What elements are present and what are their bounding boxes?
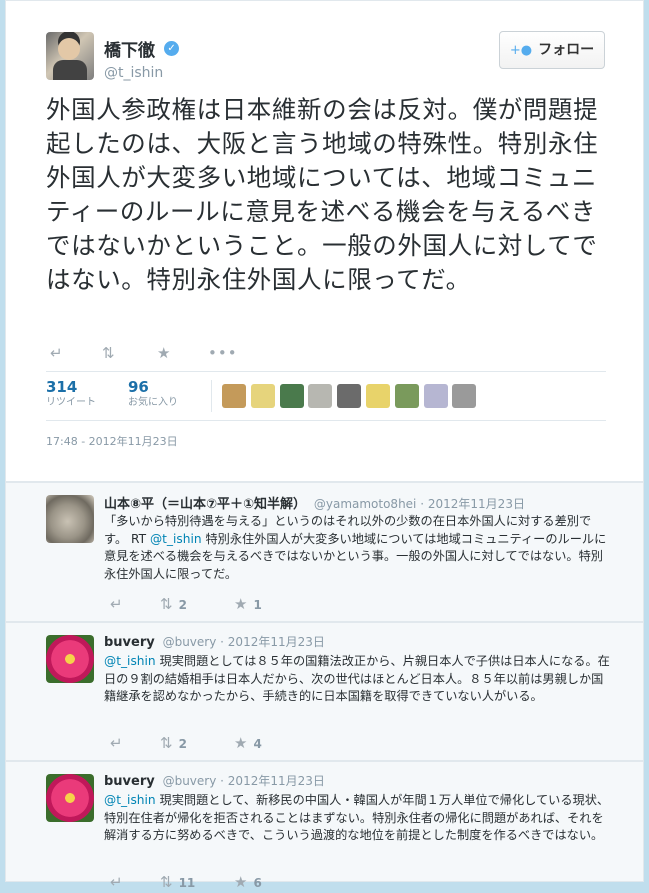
reply-header: buvery @buvery · 2012年11月23日 xyxy=(104,772,325,789)
tweet-page: 橋下徹 ✓ @t_ishin +● フォロー 外国人参政権は日本維新の会は反対。僕… xyxy=(0,0,649,891)
reply-mention-link[interactable]: @t_ishin xyxy=(150,532,202,546)
reply-separator: · xyxy=(220,774,228,788)
favorite-stat[interactable]: 96 お気に入り xyxy=(128,378,178,410)
author-name-block: 橋下徹 ✓ @t_ishin xyxy=(104,36,404,81)
star-icon[interactable]: ★ 1 xyxy=(234,594,262,615)
retweet-label: リツイート xyxy=(46,397,96,408)
reply-icon[interactable]: ↵ xyxy=(110,872,123,892)
favorite-count: 96 xyxy=(128,378,149,396)
reply-separator: · xyxy=(220,635,228,649)
reply-tweet[interactable]: 山本⑧平（＝山本⑦平＋①知半解） @yamamoto8hei · 2012年11… xyxy=(5,482,644,622)
reply-avatar[interactable] xyxy=(46,774,94,822)
star-icon[interactable]: ★ 6 xyxy=(234,872,262,893)
reply-mention-link[interactable]: @t_ishin xyxy=(104,793,156,807)
reply-display-name[interactable]: buvery xyxy=(104,774,155,789)
reply-avatar[interactable] xyxy=(46,495,94,543)
reply-icon[interactable]: ↵ xyxy=(110,733,123,753)
reply-screen-name[interactable]: @buvery xyxy=(163,774,217,788)
star-icon[interactable]: ★ 4 xyxy=(234,733,262,754)
retweet-icon[interactable]: ⇅ 2 xyxy=(160,733,187,754)
reply-header: 山本⑧平（＝山本⑦平＋①知半解） @yamamoto8hei · 2012年11… xyxy=(104,493,525,512)
reply-actions: ↵ ⇅ 2 ★ 1 xyxy=(104,594,404,614)
author-avatar[interactable] xyxy=(46,32,94,80)
reply-date[interactable]: 2012年11月23日 xyxy=(228,774,325,788)
reply-date[interactable]: 2012年11月23日 xyxy=(228,635,325,649)
reply-actions: ↵ ⇅ 11 ★ 6 xyxy=(104,872,404,892)
reply-screen-name[interactable]: @buvery xyxy=(163,635,217,649)
reply-display-name[interactable]: buvery xyxy=(104,635,155,650)
follow-user-icon: +● xyxy=(509,43,533,58)
author-display-name[interactable]: 橋下徹 xyxy=(104,36,155,61)
reply-screen-name[interactable]: @yamamoto8hei xyxy=(314,497,417,511)
main-tweet-card: 橋下徹 ✓ @t_ishin +● フォロー 外国人参政権は日本維新の会は反対。僕… xyxy=(5,0,644,482)
favoriter-avatar[interactable] xyxy=(452,384,477,408)
reply-icon[interactable]: ↵ xyxy=(50,343,63,363)
follow-button-label: フォロー xyxy=(538,42,595,58)
tweet-text: 外国人参政権は日本維新の会は反対。僕が問題提起したのは、大阪と言う地域の特殊性。… xyxy=(46,95,599,294)
tweet-stats: 314 リツイート 96 お気に入り xyxy=(46,371,606,421)
reply-display-name[interactable]: 山本⑧平（＝山本⑦平＋①知半解） xyxy=(104,497,306,512)
reply-date[interactable]: 2012年11月23日 xyxy=(428,497,525,511)
reply-retweet-count: 11 xyxy=(178,876,196,890)
tweet-actions: ↵ ⇅ ★ ••• xyxy=(46,343,446,363)
reply-text-after: 現実問題としては８５年の国籍法改正から、片親日本人で子供は日本人になる。在日の９… xyxy=(104,654,610,703)
favoriter-avatar[interactable] xyxy=(308,384,333,408)
retweet-stat[interactable]: 314 リツイート xyxy=(46,378,96,410)
favoriter-avatar[interactable] xyxy=(279,384,304,408)
author-screen-name[interactable]: @t_ishin xyxy=(104,65,404,81)
verified-badge-icon: ✓ xyxy=(164,41,180,56)
favoriter-avatar[interactable] xyxy=(366,384,390,408)
more-icon[interactable]: ••• xyxy=(208,343,238,363)
tweet-timestamp[interactable]: 17:48 - 2012年11月23日 xyxy=(46,433,178,449)
reply-text-after: 現実問題として、新移民の中国人・韓国人が年間１万人単位で帰化している現状、特別在… xyxy=(104,793,610,842)
favoriter-avatar[interactable] xyxy=(222,384,246,408)
reply-actions: ↵ ⇅ 2 ★ 4 xyxy=(104,733,404,753)
reply-retweet-count: 2 xyxy=(178,598,187,612)
reply-separator: · xyxy=(420,497,428,511)
reply-header: buvery @buvery · 2012年11月23日 xyxy=(104,633,325,650)
reply-favorite-count: 1 xyxy=(253,598,262,612)
retweet-icon[interactable]: ⇅ 11 xyxy=(160,872,195,893)
reply-favorite-count: 4 xyxy=(253,737,262,751)
reply-avatar[interactable] xyxy=(46,635,94,683)
reply-text: @t_ishin 現実問題としては８５年の国籍法改正から、片親日本人で子供は日本… xyxy=(104,653,614,706)
star-icon[interactable]: ★ xyxy=(157,343,170,363)
favoriter-avatar[interactable] xyxy=(337,384,362,408)
favoriter-avatar[interactable] xyxy=(423,384,448,408)
retweet-icon[interactable]: ⇅ xyxy=(102,343,115,363)
retweet-icon[interactable]: ⇅ 2 xyxy=(160,594,187,615)
stats-divider xyxy=(211,380,212,412)
follow-button[interactable]: +● フォロー xyxy=(499,31,605,69)
reply-tweet[interactable]: buvery @buvery · 2012年11月23日 @t_ishin 現実… xyxy=(5,622,644,761)
reply-tweet[interactable]: buvery @buvery · 2012年11月23日 @t_ishin 現実… xyxy=(5,761,644,891)
reply-mention-link[interactable]: @t_ishin xyxy=(104,654,156,668)
favoriter-avatar[interactable] xyxy=(394,384,419,408)
reply-text: @t_ishin 現実問題として、新移民の中国人・韓国人が年間１万人単位で帰化し… xyxy=(104,792,614,845)
reply-text: 「多いから特別待遇を与える」というのはそれ以外の少数の在日本外国人に対する差別で… xyxy=(104,513,614,583)
reply-retweet-count: 2 xyxy=(178,737,187,751)
favorite-label: お気に入り xyxy=(128,397,178,408)
reply-icon[interactable]: ↵ xyxy=(110,594,123,614)
retweet-count: 314 xyxy=(46,378,78,396)
favoriter-avatar[interactable] xyxy=(250,384,275,408)
reply-favorite-count: 6 xyxy=(253,876,262,890)
